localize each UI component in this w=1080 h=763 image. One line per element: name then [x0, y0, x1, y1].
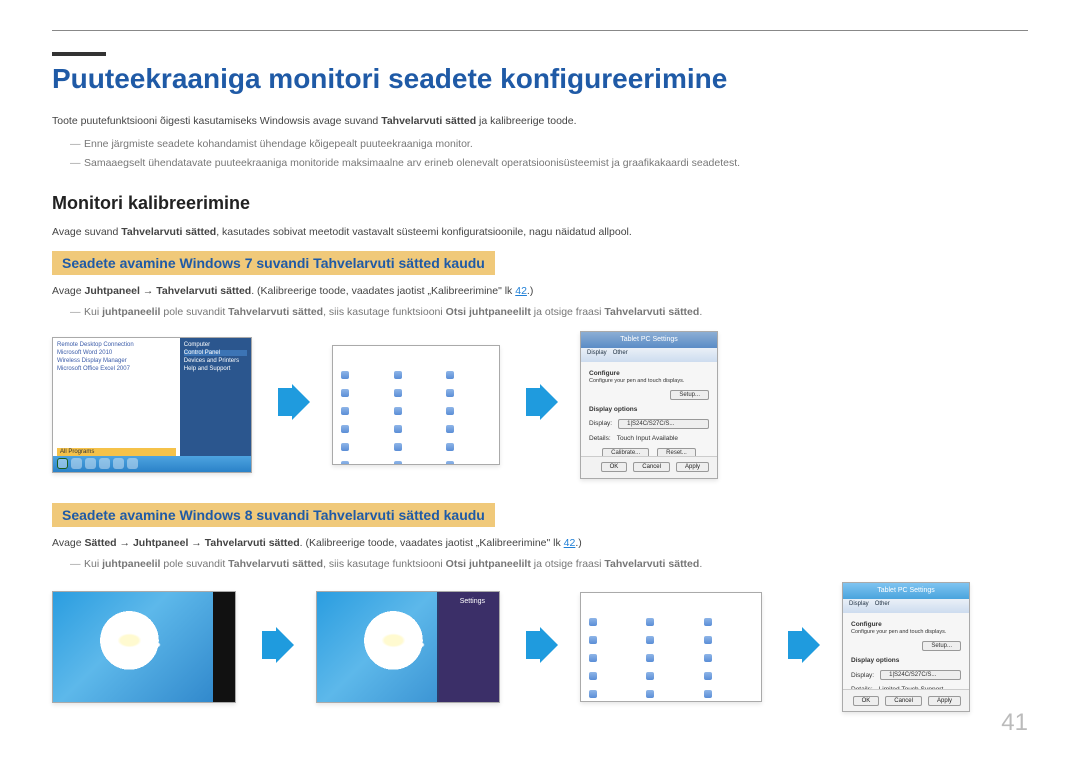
win7-step: Avage Juhtpaneel → Tahvelarvuti sätted. …	[52, 283, 1028, 300]
top-rule	[52, 30, 1028, 31]
win7-heading: Seadete avamine Windows 7 suvandi Tahvel…	[52, 251, 495, 275]
arrow-right-icon	[522, 384, 558, 425]
win8-note: Kui juhtpaneelil pole suvandit Tahvelarv…	[70, 556, 1028, 573]
arrow-right-icon	[274, 384, 310, 425]
win7-flow: Remote Desktop Connection Microsoft Word…	[52, 331, 1028, 479]
chapter-tab	[52, 52, 106, 56]
screenshot-win7-tablet-pc-settings: Tablet PC Settings Display Other Configu…	[580, 331, 718, 479]
arrow-right-icon	[784, 627, 820, 668]
intro-paragraph: Toote puutefunktsiooni õigesti kasutamis…	[52, 113, 1028, 130]
page-title: Puuteekraaniga monitori seadete konfigur…	[52, 63, 1028, 95]
screenshot-win8-desktop-charms	[52, 591, 236, 703]
page-link-42[interactable]: 42	[515, 285, 527, 297]
start-orb-icon	[57, 458, 68, 469]
screenshot-win7-control-panel	[332, 345, 500, 465]
intro-note: Enne järgmiste seadete kohandamist ühend…	[70, 136, 1028, 153]
win8-step: Avage Sätted → Juhtpaneel → Tahvelarvuti…	[52, 535, 1028, 552]
win8-flow: Settings Tablet PC Settings Display Othe…	[52, 582, 1028, 712]
screenshot-win8-control-panel	[580, 592, 762, 702]
intro-note: Samaaegselt ühendatavate puuteekraaniga …	[70, 155, 1028, 172]
screenshot-win8-settings-pane: Settings	[316, 591, 500, 703]
section-title: Monitori kalibreerimine	[52, 193, 1028, 214]
page-number: 41	[1001, 709, 1028, 737]
screenshot-win8-tablet-pc-settings: Tablet PC Settings Display Other Configu…	[842, 582, 970, 712]
arrow-right-icon	[258, 627, 294, 668]
section-subtitle: Avage suvand Tahvelarvuti sätted, kasuta…	[52, 224, 1028, 241]
intro-notes: Enne järgmiste seadete kohandamist ühend…	[70, 136, 1028, 172]
screenshot-win7-start-menu: Remote Desktop Connection Microsoft Word…	[52, 337, 252, 473]
win8-heading: Seadete avamine Windows 8 suvandi Tahvel…	[52, 503, 495, 527]
arrow-right-icon	[522, 627, 558, 668]
win7-note: Kui juhtpaneelil pole suvandit Tahvelarv…	[70, 304, 1028, 321]
page-link-42[interactable]: 42	[564, 537, 576, 549]
